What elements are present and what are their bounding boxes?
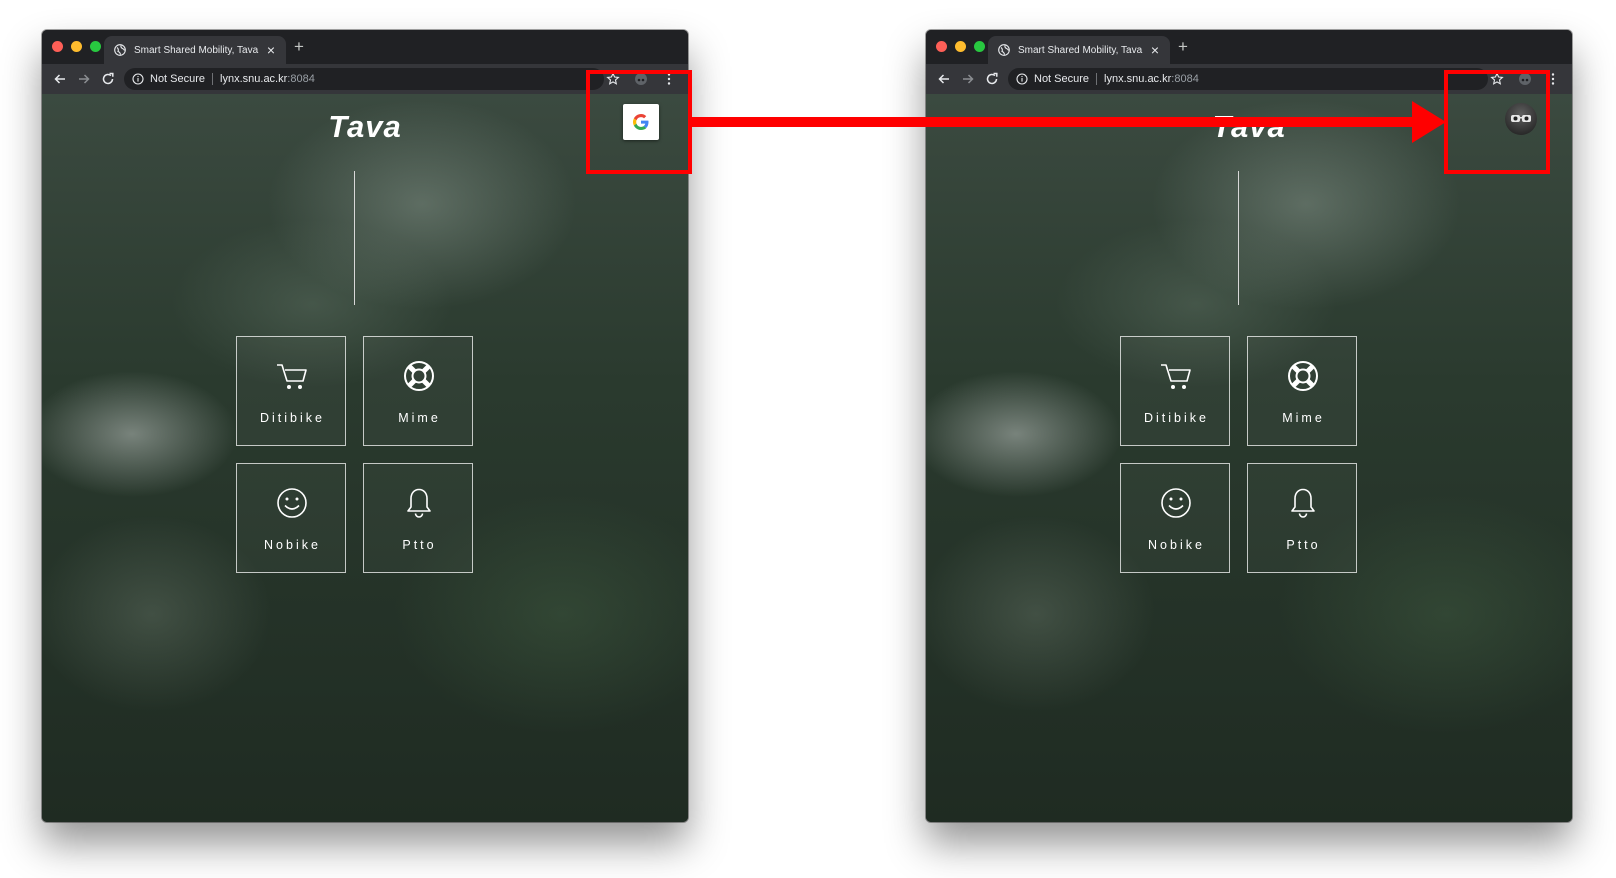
zoom-window-button[interactable]	[974, 41, 985, 52]
address-separator	[1096, 73, 1098, 85]
tab-strip: Smart Shared Mobility, Tava × +	[926, 30, 1572, 64]
minimize-window-button[interactable]	[955, 41, 966, 52]
menu-tile-nobike[interactable]: Nobike	[236, 463, 346, 573]
lifebuoy-icon	[1288, 361, 1318, 391]
highlight-box-before	[586, 70, 692, 174]
reload-button[interactable]	[982, 69, 1002, 89]
bell-icon	[407, 488, 431, 518]
tab-title: Smart Shared Mobility, Tava	[134, 44, 259, 56]
close-window-button[interactable]	[52, 41, 63, 52]
divider-line	[1238, 171, 1239, 305]
browser-tab[interactable]: Smart Shared Mobility, Tava ×	[988, 36, 1170, 64]
tile-label: Mime	[398, 411, 441, 425]
menu-tile-ptto[interactable]: Ptto	[1247, 463, 1357, 573]
menu-tile-ditibike[interactable]: Ditibike	[236, 336, 346, 446]
arrow-left-icon	[938, 74, 949, 84]
close-window-button[interactable]	[936, 41, 947, 52]
arrow-left-icon	[54, 74, 65, 84]
new-tab-button[interactable]: +	[1178, 36, 1188, 58]
transition-arrow-head	[1412, 101, 1446, 143]
menu-tile-nobike[interactable]: Nobike	[1120, 463, 1230, 573]
info-icon[interactable]	[132, 73, 144, 85]
globe-icon	[114, 44, 126, 56]
reload-button[interactable]	[98, 69, 118, 89]
security-status: Not Secure	[150, 73, 206, 85]
forward-button[interactable]	[958, 69, 978, 89]
back-button[interactable]	[50, 69, 70, 89]
tile-label: Nobike	[1148, 538, 1205, 552]
tab-strip: Smart Shared Mobility, Tava × +	[42, 30, 688, 64]
window-controls	[936, 41, 985, 52]
info-icon[interactable]	[1016, 73, 1028, 85]
bell-icon	[1291, 488, 1315, 518]
menu-tile-mime[interactable]: Mime	[1247, 336, 1357, 446]
tab-title: Smart Shared Mobility, Tava	[1018, 44, 1143, 56]
globe-icon	[998, 44, 1010, 56]
lifebuoy-icon	[404, 361, 434, 391]
transition-arrow-shaft	[688, 117, 1418, 127]
tab-close-icon[interactable]: ×	[1148, 43, 1162, 57]
page-viewport: Tava Ditibike Mime Nobike	[926, 94, 1572, 822]
menu-tile-ptto[interactable]: Ptto	[363, 463, 473, 573]
forward-button[interactable]	[74, 69, 94, 89]
smiley-icon	[277, 488, 307, 518]
arrow-right-icon	[963, 74, 974, 84]
reload-icon	[986, 72, 998, 85]
back-button[interactable]	[934, 69, 954, 89]
url-port: :8084	[1171, 73, 1199, 85]
url-host: lynx.snu.ac.kr	[1104, 73, 1172, 85]
window-controls	[52, 41, 101, 52]
smiley-icon	[1161, 488, 1191, 518]
tile-label: Mime	[1282, 411, 1325, 425]
address-bar[interactable]: Not Secure lynx.snu.ac.kr:8084	[1008, 68, 1488, 90]
tile-label: Nobike	[264, 538, 321, 552]
tab-close-icon[interactable]: ×	[264, 43, 278, 57]
tile-label: Ptto	[1286, 538, 1321, 552]
reload-icon	[102, 72, 114, 85]
new-tab-button[interactable]: +	[294, 36, 304, 58]
tile-label: Ptto	[402, 538, 437, 552]
security-status: Not Secure	[1034, 73, 1090, 85]
tile-label: Ditibike	[1144, 411, 1209, 425]
address-bar[interactable]: Not Secure lynx.snu.ac.kr:8084	[124, 68, 604, 90]
tile-label: Ditibike	[260, 411, 325, 425]
page-viewport: Tava Ditibike Mime Nobike	[42, 94, 688, 822]
menu-tile-mime[interactable]: Mime	[363, 336, 473, 446]
url-port: :8084	[287, 73, 315, 85]
url-host: lynx.snu.ac.kr	[220, 73, 288, 85]
cart-icon	[1161, 364, 1191, 389]
address-separator	[212, 73, 214, 85]
cart-icon	[277, 364, 307, 389]
arrow-right-icon	[79, 74, 90, 84]
minimize-window-button[interactable]	[71, 41, 82, 52]
highlight-box-after	[1444, 70, 1550, 174]
menu-tile-ditibike[interactable]: Ditibike	[1120, 336, 1230, 446]
divider-line	[354, 171, 355, 305]
browser-tab[interactable]: Smart Shared Mobility, Tava ×	[104, 36, 286, 64]
zoom-window-button[interactable]	[90, 41, 101, 52]
